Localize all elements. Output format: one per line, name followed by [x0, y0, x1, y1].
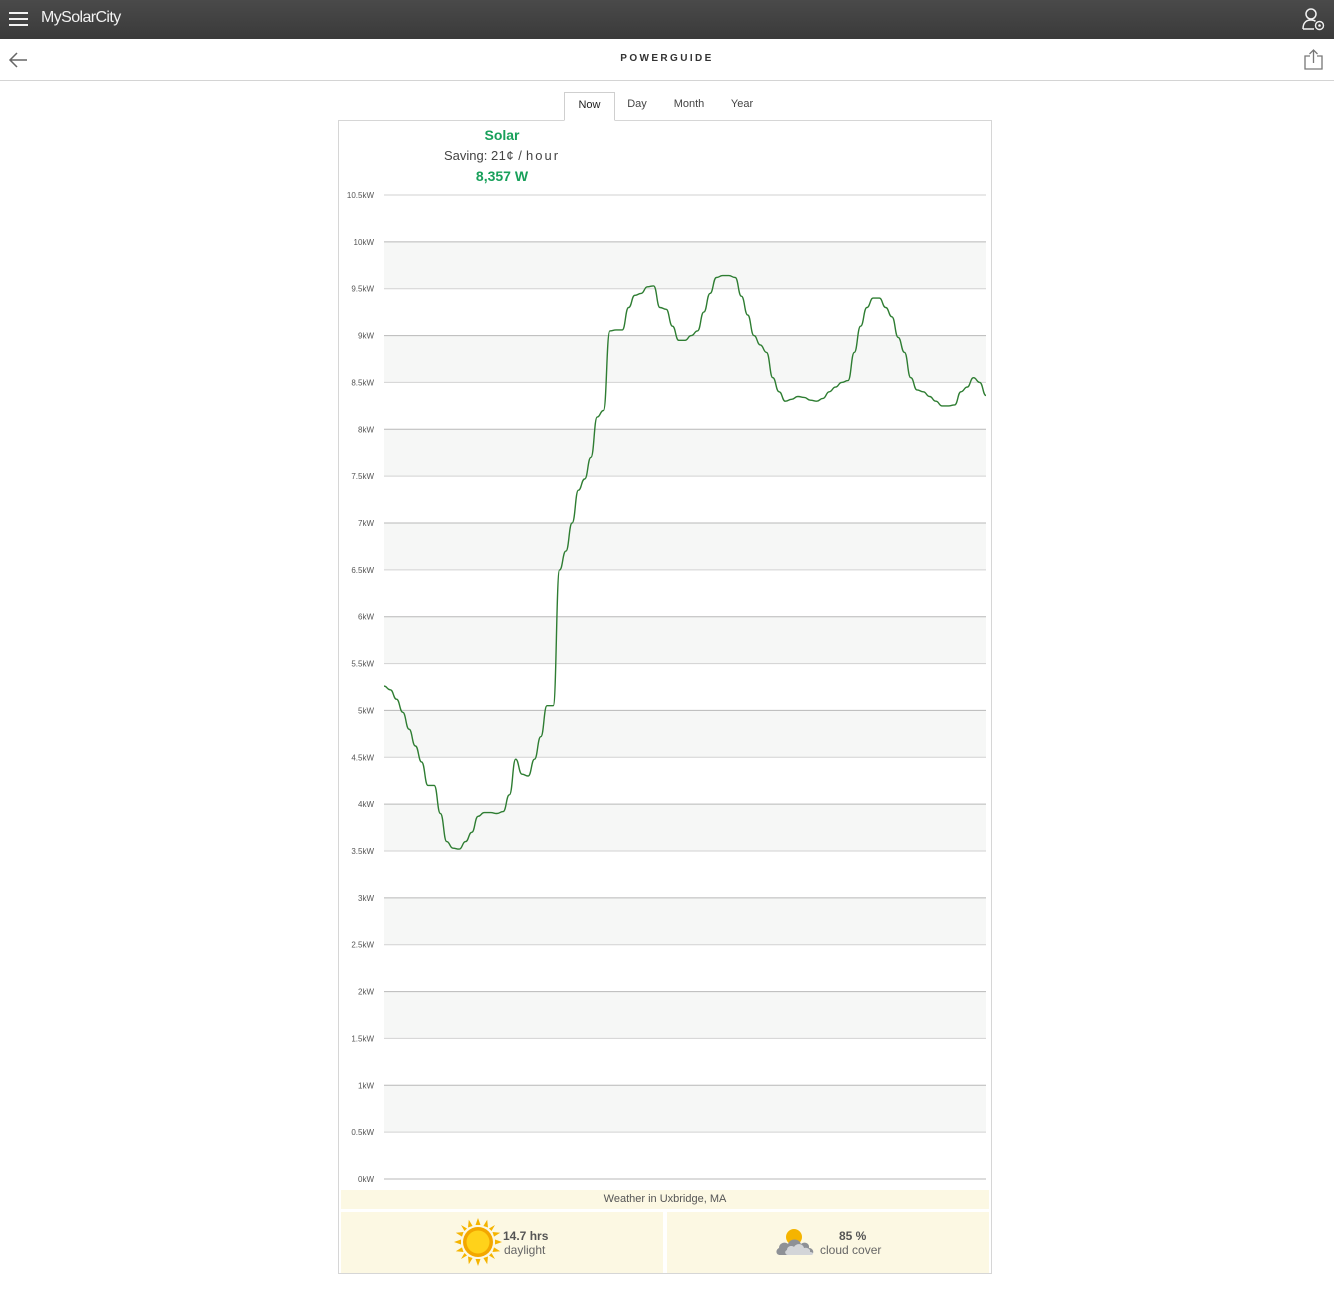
grid-band: [384, 991, 986, 1039]
cloud-cover-card: 85 % cloud cover: [667, 1212, 989, 1273]
y-tick-label: 0.5kW: [351, 1128, 374, 1137]
grid-band: [384, 616, 986, 664]
y-tick-label: 9kW: [358, 332, 374, 341]
grid-band: [384, 429, 986, 477]
y-tick-label: 7kW: [358, 519, 374, 528]
tab-now[interactable]: Now: [564, 92, 615, 121]
power-line-chart: 0kW 0.5kW 1kW 1.5kW 2kW 2.5kW 3kW 3.5kW 4kW 4.5kW…: [347, 191, 987, 1184]
y-tick-label: 9.5kW: [351, 285, 374, 294]
y-tick-label: 2kW: [358, 988, 374, 997]
y-tick-label: 8.5kW: [351, 378, 374, 387]
y-tick-label: 2.5kW: [351, 941, 374, 950]
grid-band: [384, 897, 986, 945]
grid-band: [384, 241, 986, 289]
grid-band: [384, 335, 986, 383]
daylight-value: 14.7 hrs: [503, 1229, 549, 1243]
partly-cloudy-icon: [776, 1229, 814, 1255]
y-tick-label: 8kW: [358, 425, 374, 434]
cloud-cover-label: cloud cover: [820, 1243, 882, 1257]
y-tick-label: 6.5kW: [351, 566, 374, 575]
y-tick-label: 4.5kW: [351, 753, 374, 762]
y-tick-label: 6kW: [358, 613, 374, 622]
weather-title: Weather in Uxbridge, MA: [341, 1190, 989, 1209]
y-tick-label: 1.5kW: [351, 1034, 374, 1043]
y-tick-label: 1kW: [358, 1081, 374, 1090]
y-tick-label: 10kW: [354, 238, 375, 247]
y-tick-label: 3kW: [358, 894, 374, 903]
y-tick-label: 3.5kW: [351, 847, 374, 856]
grid-band: [384, 710, 986, 758]
y-tick-label: 4kW: [358, 800, 374, 809]
y-tick-label: 5.5kW: [351, 660, 374, 669]
cloud-cover-value: 85 %: [839, 1229, 867, 1243]
sun-icon: [454, 1218, 502, 1266]
daylight-label: daylight: [504, 1243, 546, 1257]
daylight-card: 14.7 hrs daylight: [341, 1212, 663, 1273]
y-tick-label: 5kW: [358, 706, 374, 715]
y-tick-label: 7.5kW: [351, 472, 374, 481]
grid-band: [384, 523, 986, 570]
y-tick-label: 0kW: [358, 1175, 374, 1184]
grid-band: [384, 1085, 986, 1133]
y-tick-label: 10.5kW: [347, 191, 375, 200]
